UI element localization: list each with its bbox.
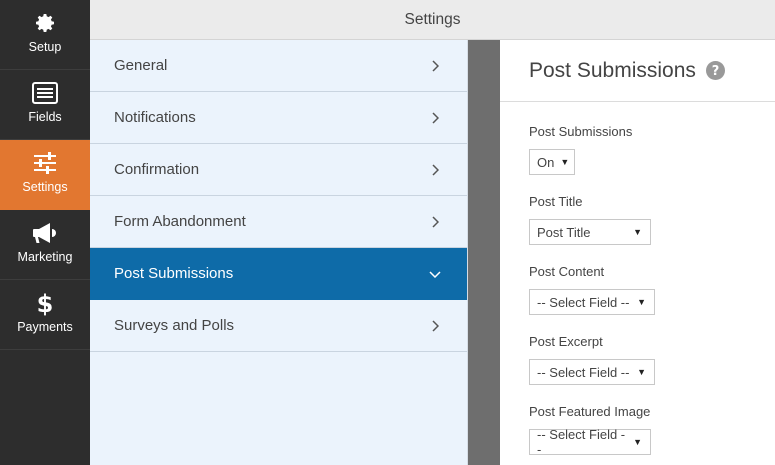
nav-settings[interactable]: Settings <box>0 140 90 210</box>
chevron-down-icon <box>429 268 441 280</box>
section-form-abandonment[interactable]: Form Abandonment <box>90 196 467 248</box>
post-submissions-select[interactable]: On ▼ <box>529 149 575 175</box>
caret-down-icon: ▼ <box>560 157 570 167</box>
sliders-icon <box>30 148 60 178</box>
dollar-icon: $ <box>30 288 60 318</box>
chevron-right-icon <box>429 215 441 228</box>
section-label: Surveys and Polls <box>114 317 235 334</box>
post-submissions-panel: Post Submissions ? Post Submissions On ▼… <box>500 40 775 465</box>
select-value: On <box>537 154 555 170</box>
caret-down-icon: ▼ <box>633 437 642 447</box>
nav-marketing-label: Marketing <box>17 250 73 264</box>
settings-section-list: General Notifications Confirmation Form … <box>90 40 468 465</box>
section-post-submissions[interactable]: Post Submissions <box>90 248 467 300</box>
select-value: -- Select Field -- <box>537 427 626 457</box>
select-value: Post Title <box>537 224 591 240</box>
panel-divider <box>468 40 500 465</box>
post-title-label: Post Title <box>529 194 583 209</box>
section-label: Form Abandonment <box>114 213 246 230</box>
post-title-select[interactable]: Post Title ▼ <box>529 219 651 245</box>
nav-setup-label: Setup <box>28 40 62 54</box>
section-general[interactable]: General <box>90 40 467 92</box>
nav-payments[interactable]: $ Payments <box>0 280 90 350</box>
post-content-label: Post Content <box>529 264 605 279</box>
chevron-right-icon <box>429 111 441 124</box>
nav-fields[interactable]: Fields <box>0 70 90 140</box>
post-excerpt-select[interactable]: -- Select Field -- ▼ <box>529 359 655 385</box>
caret-down-icon: ▼ <box>633 227 642 237</box>
svg-text:?: ? <box>712 64 720 79</box>
top-bar: Settings <box>90 0 775 40</box>
nav-settings-label: Settings <box>22 180 68 194</box>
section-label: Confirmation <box>114 161 200 178</box>
chevron-right-icon <box>429 319 441 332</box>
help-icon[interactable]: ? <box>705 61 725 80</box>
chevron-right-icon <box>429 59 441 72</box>
post-featured-image-label: Post Featured Image <box>529 404 651 419</box>
chevron-right-icon <box>429 163 441 176</box>
post-featured-image-select[interactable]: -- Select Field -- ▼ <box>529 427 651 457</box>
caret-down-icon: ▼ <box>637 297 646 307</box>
megaphone-icon <box>30 218 60 248</box>
nav-setup[interactable]: Setup <box>0 0 90 70</box>
page-title: Settings <box>404 10 461 28</box>
svg-text:$: $ <box>37 290 54 317</box>
post-content-select[interactable]: -- Select Field -- ▼ <box>529 289 655 315</box>
left-nav-rail: Setup Fields Settings Marketing $ Paymen… <box>0 0 90 465</box>
post-excerpt-label: Post Excerpt <box>529 334 603 349</box>
select-value: -- Select Field -- <box>537 364 630 380</box>
caret-down-icon: ▼ <box>637 367 646 377</box>
panel-header: Post Submissions ? <box>500 40 775 102</box>
section-label: Post Submissions <box>114 265 234 282</box>
nav-fields-label: Fields <box>28 110 62 124</box>
list-icon <box>30 78 60 108</box>
section-surveys-and-polls[interactable]: Surveys and Polls <box>90 300 467 352</box>
nav-marketing[interactable]: Marketing <box>0 210 90 280</box>
post-submissions-label: Post Submissions <box>529 124 633 139</box>
gear-icon <box>30 8 60 38</box>
section-notifications[interactable]: Notifications <box>90 92 467 144</box>
select-value: -- Select Field -- <box>537 294 630 310</box>
nav-payments-label: Payments <box>17 320 73 334</box>
section-label: General <box>114 57 168 74</box>
panel-title: Post Submissions <box>529 58 696 82</box>
section-confirmation[interactable]: Confirmation <box>90 144 467 196</box>
section-label: Notifications <box>114 109 196 126</box>
